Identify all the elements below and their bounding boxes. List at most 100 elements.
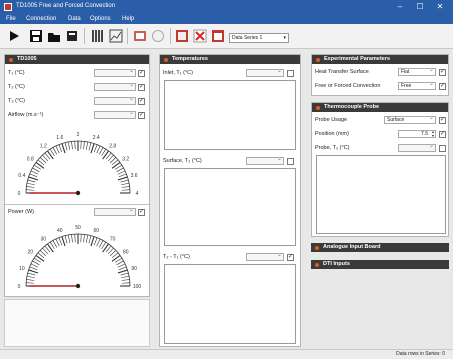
power-gauge-tick xyxy=(61,236,66,247)
power-gauge-tick-label: 60 xyxy=(93,228,99,234)
airflow-label: Airflow (m.s⁻¹) xyxy=(8,112,44,118)
close-button[interactable]: ✕ xyxy=(433,1,447,13)
power-gauge-tick-label: 80 xyxy=(123,249,129,255)
t3-checkbox[interactable]: ✓ xyxy=(138,97,145,105)
difference-plot-checkbox[interactable]: ✓ xyxy=(287,253,294,261)
inlet-plot[interactable] xyxy=(164,80,296,150)
airflow-gauge-tick xyxy=(118,173,127,178)
t1-field xyxy=(94,67,136,77)
power-gauge-tick-label: 0 xyxy=(18,284,21,290)
minimize-button[interactable]: – xyxy=(393,1,407,13)
analogue-input-board-panel: Analogue Input Board xyxy=(311,243,449,252)
convection-type-select[interactable]: Free xyxy=(398,80,436,90)
new-series-icon[interactable] xyxy=(174,28,190,44)
airflow-gauge-tick xyxy=(117,176,128,181)
airflow-gauge-tick xyxy=(29,173,38,178)
diagram-icon[interactable] xyxy=(132,28,148,44)
heat-transfer-surface-checkbox[interactable]: ✓ xyxy=(439,68,446,76)
airflow-gauge-tick xyxy=(27,179,36,183)
heat-transfer-surface-select[interactable]: Flat xyxy=(398,66,436,76)
airflow-gauge-tick xyxy=(46,150,54,160)
power-gauge-tick xyxy=(117,263,126,268)
heat-transfer-surface-value: Flat xyxy=(401,69,410,75)
power-gauge-tick xyxy=(26,282,35,284)
power-gauge-tick xyxy=(96,238,101,247)
thermocouple-panel-header[interactable]: Thermocouple Probe xyxy=(312,103,448,112)
t2-checkbox[interactable]: ✓ xyxy=(138,83,145,91)
probe-usage-checkbox[interactable]: ✓ xyxy=(439,116,446,124)
probe-usage-select[interactable]: Surface xyxy=(384,114,436,124)
panel-title: DTI Inputs xyxy=(323,261,350,267)
airflow-gauge-tick-label: 0.8 xyxy=(27,156,34,162)
stepper-arrows-icon[interactable]: ▴ ▾ xyxy=(432,130,434,138)
surface-plot-checkbox[interactable] xyxy=(287,157,294,165)
dti-panel-header[interactable]: DTI Inputs xyxy=(311,260,449,269)
menu-help[interactable]: Help xyxy=(122,16,134,22)
t1-checkbox[interactable]: ✓ xyxy=(138,69,145,77)
panel-title: Temperatures xyxy=(172,56,208,62)
data-series-select[interactable]: Data Series 1 ▾ xyxy=(229,33,289,43)
position-value: 7.5 xyxy=(421,131,428,137)
menu-data[interactable]: Data xyxy=(68,16,81,22)
airflow-gauge-tick xyxy=(67,141,71,150)
airflow-gauge-tick xyxy=(26,182,35,186)
difference-plot-label: T₂ - T₁ (°C) xyxy=(163,254,190,260)
maximize-button[interactable]: ☐ xyxy=(413,1,427,13)
position-checkbox[interactable]: ✓ xyxy=(439,130,446,138)
power-gauge-tick-label: 100 xyxy=(133,284,142,290)
temperatures-panel-header[interactable]: Temperatures xyxy=(160,55,300,64)
t2-label: T₂ (°C) xyxy=(8,84,25,90)
panel-dot-icon xyxy=(315,262,319,267)
panel-dot-icon xyxy=(316,57,320,62)
delete-series-icon[interactable] xyxy=(192,28,208,44)
power-gauge-tick xyxy=(32,260,40,266)
airflow-gauge-tick xyxy=(90,143,95,154)
power-gauge-tick xyxy=(83,234,85,243)
chevron-down-icon: ▾ xyxy=(283,35,286,41)
convection-type-value: Free xyxy=(401,83,412,89)
difference-plot[interactable] xyxy=(164,264,296,344)
power-gauge-tick xyxy=(46,243,54,253)
experimental-panel-header[interactable]: Experimental Parameters xyxy=(312,55,448,64)
run-icon[interactable] xyxy=(6,28,22,44)
convection-type-checkbox[interactable]: ✓ xyxy=(439,82,446,90)
probe-plot-label: Probe, T₂ (°C) xyxy=(315,145,350,151)
power-gauge-tick xyxy=(93,237,98,246)
airflow-gauge-tick xyxy=(121,182,130,186)
series-icon[interactable] xyxy=(210,28,226,44)
menu-file[interactable]: File xyxy=(6,16,16,22)
airflow-gauge-tick xyxy=(71,141,73,150)
power-gauge-tick-label: 20 xyxy=(27,249,33,255)
analogue-panel-header[interactable]: Analogue Input Board xyxy=(311,243,449,252)
thermocouple-probe-panel: Thermocouple Probe Probe Usage Surface ✓… xyxy=(311,102,449,237)
airflow-gauge-tick-label: 2.4 xyxy=(93,135,100,141)
td1005-panel-header[interactable]: TD1005 xyxy=(5,55,149,64)
airflow-gauge-tick-label: 1.2 xyxy=(40,143,47,149)
power-checkbox[interactable]: ✓ xyxy=(138,208,145,216)
inlet-plot-field xyxy=(246,67,284,77)
power-gauge-hub xyxy=(75,283,81,289)
probe-usage-label: Probe Usage xyxy=(315,117,348,123)
export-icon[interactable] xyxy=(64,28,80,44)
divider xyxy=(5,204,149,205)
power-gauge-tick xyxy=(98,240,104,248)
chart-icon[interactable] xyxy=(108,28,124,44)
menu-connection[interactable]: Connection xyxy=(26,16,56,22)
probe-plot[interactable] xyxy=(316,155,446,234)
panel-dot-icon xyxy=(316,105,320,110)
folder-icon[interactable] xyxy=(46,28,62,44)
save-icon[interactable] xyxy=(28,28,44,44)
position-stepper[interactable]: 7.5 ▴ ▾ xyxy=(398,130,436,138)
power-gauge-tick xyxy=(85,234,89,243)
airflow-checkbox[interactable]: ✓ xyxy=(138,111,145,119)
menu-options[interactable]: Options xyxy=(90,16,111,22)
table-icon[interactable] xyxy=(90,28,106,44)
power-gauge-tick xyxy=(35,254,45,262)
panel-title: Analogue Input Board xyxy=(323,244,381,250)
airflow-gauge-tick xyxy=(83,141,85,150)
airflow-gauge-tick-label: 0 xyxy=(18,191,21,197)
probe-plot-checkbox[interactable] xyxy=(439,144,446,152)
surface-plot[interactable] xyxy=(164,168,296,246)
gauge-icon[interactable] xyxy=(150,28,166,44)
inlet-plot-checkbox[interactable] xyxy=(287,69,294,77)
